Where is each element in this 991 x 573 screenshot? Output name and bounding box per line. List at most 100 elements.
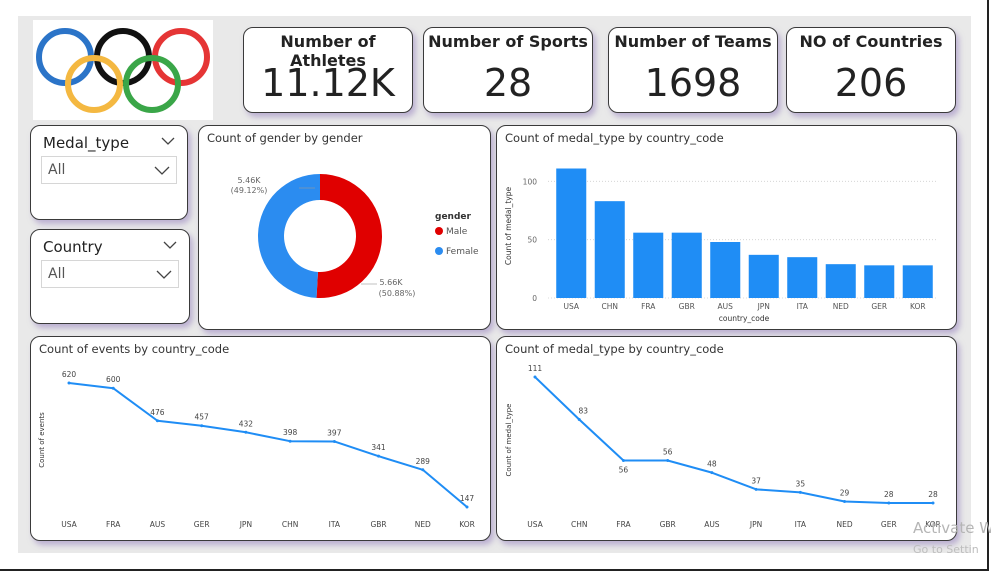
x-tick-label: JPN [757,302,770,311]
chevron-down-icon[interactable] [163,238,177,252]
kpi-title: Number of Teams [614,32,772,51]
data-point[interactable] [754,487,758,491]
medal-bar-card[interactable]: Count of medal_type by country_code 0 50 1… [496,125,957,330]
data-point[interactable] [577,418,581,422]
x-tick-label: NED [833,302,849,311]
bar-jpn[interactable] [748,254,779,298]
data-point[interactable] [533,375,537,379]
bar-kor[interactable] [902,265,933,298]
x-tick-label: KOR [910,302,926,311]
data-label: 56 [619,465,629,474]
data-label: 35 [796,479,806,488]
x-tick-label: KOR [459,520,475,529]
olympic-ring-blue [36,28,94,86]
data-point[interactable] [887,501,891,505]
data-point[interactable] [111,386,115,390]
data-point[interactable] [798,490,802,494]
legend-entry-female[interactable]: Female [446,247,479,257]
bar-gbr[interactable] [671,232,702,298]
data-point[interactable] [155,419,159,423]
slicer-medal-type[interactable]: Medal_type All [30,125,188,220]
legend-marker-female [435,247,443,255]
data-label-female-pct: (49.12%) [231,186,268,195]
bar-aus[interactable] [710,242,741,298]
data-point[interactable] [421,468,425,472]
activate-windows-watermark: Activate W [913,519,991,537]
x-tick-label: GBR [660,520,676,529]
data-label: 289 [416,457,431,466]
bar-ned[interactable] [825,264,856,298]
data-point[interactable] [710,471,714,475]
data-label: 476 [150,408,165,417]
chevron-down-icon[interactable] [161,134,175,148]
data-label-male-pct: (50.88%) [379,289,416,298]
gender-donut-chart[interactable]: 5.46K (49.12%) 5.66K (50.88%) gender Mal… [199,126,490,329]
bar-fra[interactable] [633,232,664,298]
bar-ger[interactable] [864,265,895,298]
data-point[interactable] [67,381,71,385]
data-label: 457 [195,413,210,422]
x-tick-label: CHN [282,520,299,529]
data-label: 398 [283,428,298,437]
x-tick-label: AUS [150,520,166,529]
legend-entry-male[interactable]: Male [446,227,468,237]
dropdown-value: All [48,162,66,178]
x-tick-label: CHN [602,302,619,311]
kpi-value: 28 [483,61,533,105]
kpi-card-countries[interactable]: NO of Countries 206 [786,27,956,113]
kpi-card-athletes[interactable]: Number of Athletes 11.12K [243,27,413,113]
kpi-card-sports[interactable]: Number of Sports 28 [423,27,593,113]
kpi-title: NO of Countries [799,32,943,51]
kpi-value: 206 [834,61,908,105]
events-line-chart[interactable]: 620 USA 600 FRA 476 AUS 457 GER 432 JPN 398 CHN 397 I… [31,337,490,540]
medal-line-chart[interactable]: 111 USA 83 CHN 56 FRA 56 GBR 48 AUS 37 JPN 35 ITA 29 NE… [497,337,956,540]
kpi-card-teams[interactable]: Number of Teams 1698 [608,27,778,113]
x-tick-label: USA [527,520,543,529]
y-axis-label: Count of medal_type [504,187,513,266]
data-label: 83 [578,407,588,416]
bar-ita[interactable] [787,257,818,298]
events-line-card[interactable]: Count of events by country_code 620 USA 60… [30,336,491,541]
y-axis-label: Count of events [38,412,46,468]
x-tick-label: FRA [641,302,656,311]
chevron-down-icon [156,270,172,279]
data-point[interactable] [377,454,381,458]
data-point[interactable] [200,424,204,428]
data-point[interactable] [465,505,469,509]
data-label: 48 [707,460,717,469]
data-point[interactable] [666,458,670,462]
data-point[interactable] [288,439,292,443]
slicer-country[interactable]: Country All [30,229,190,324]
olympic-ring-red [152,28,210,86]
y-tick-label: 50 [527,236,537,245]
country-dropdown[interactable]: All [41,260,179,288]
x-tick-label: AUS [704,520,720,529]
data-point[interactable] [931,501,935,505]
kpi-title: Number of Sports [428,32,588,51]
data-label: 28 [928,490,938,499]
chevron-down-icon [154,166,170,175]
gender-donut-card[interactable]: Count of gender by gender 5.46K (49.12%)… [198,125,491,330]
legend-marker-male [435,227,443,235]
series-line[interactable] [534,376,933,504]
data-point[interactable] [332,439,336,443]
data-point[interactable] [244,430,248,434]
data-label: 111 [528,364,543,373]
x-tick-label: USA [563,302,579,311]
bar-chn[interactable] [594,201,625,298]
x-tick-label: ITA [797,302,809,311]
data-label: 37 [751,476,761,485]
x-tick-label: JPN [749,520,762,529]
medal-bar-chart[interactable]: 0 50 100 USA CHN FRA GBR AUS JPN ITA NED GER KOR Co… [497,126,956,329]
x-axis-label: country_code [719,314,770,323]
medal-line-card[interactable]: Count of medal_type by country_code 111 U… [496,336,957,541]
x-tick-label: GER [194,520,210,529]
bar-usa[interactable] [556,168,587,299]
dropdown-value: All [48,266,66,282]
series-line[interactable] [68,382,468,508]
medal-type-dropdown[interactable]: All [41,156,177,184]
data-point[interactable] [621,458,625,462]
donut-slice-male[interactable] [316,174,382,298]
data-point[interactable] [843,499,847,503]
data-label: 147 [460,494,475,503]
